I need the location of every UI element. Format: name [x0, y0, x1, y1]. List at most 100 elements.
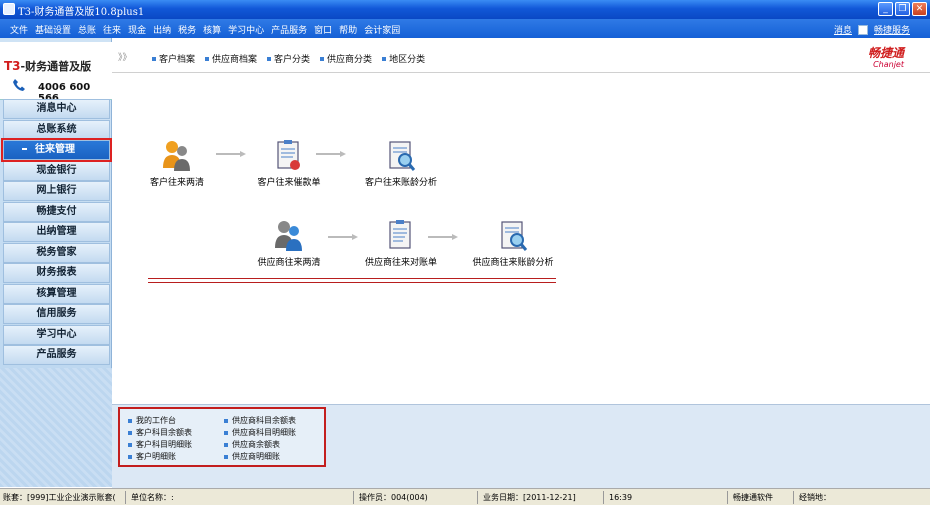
sidebar-item-label: 产品服务 [36, 349, 77, 360]
menu-item[interactable]: 基础设置 [35, 23, 71, 36]
customer-dunning-item[interactable]: 客户往来催款单 [244, 138, 334, 188]
sidebar-item-label: 学习中心 [36, 328, 77, 340]
sidebar-item-label: 出纳管理 [36, 226, 77, 237]
menu-item[interactable]: 学习中心 [228, 23, 264, 36]
title-bar: T3-财务通普及版10.8plus1 _ ❐ ✕ [0, 0, 930, 19]
toolbar-tab[interactable]: 地区分类 [382, 52, 425, 65]
window-title: T3-财务通普及版10.8plus1 [18, 7, 145, 18]
menu-item[interactable]: 帮助 [339, 23, 357, 36]
quick-link[interactable]: 客户明细账 [128, 451, 192, 463]
quick-link[interactable]: 供应商科目余额表 [224, 415, 296, 427]
menu-item[interactable]: 会计家园 [364, 23, 400, 36]
quick-links-box: 我的工作台客户科目余额表 客户科目明细账 客户明细账 供应商科目余额表供应商科目明细… [118, 407, 326, 467]
sidebar-item[interactable]: 现金银行 [3, 160, 110, 181]
bullet-icon [128, 455, 132, 459]
quick-link-label: 供应商余额表 [232, 440, 280, 449]
status-vendor: 畅捷通软件 [730, 491, 794, 504]
module-toolbar: 》》 客户档案 供应商档案 客户分类 供应商分类 地区分类 畅捷通 Chanjet [112, 38, 930, 73]
sidebar-item[interactable]: 信用服务 [3, 304, 110, 324]
quick-links-col1: 我的工作台客户科目余额表 客户科目明细账 客户明细账 [128, 415, 192, 463]
bullet-icon [224, 443, 228, 447]
document-icon [389, 220, 411, 249]
customer-settle-item[interactable]: 客户往来两清 [132, 138, 222, 188]
quick-link[interactable]: 供应商余额表 [224, 439, 296, 451]
messages-link[interactable]: 消息 [834, 23, 852, 36]
quick-link-label: 客户科目明细账 [136, 440, 192, 449]
sidebar-item[interactable]: 出纳管理 [3, 222, 110, 242]
close-button[interactable]: ✕ [912, 2, 927, 16]
sidebar-item[interactable]: 消息中心 [3, 99, 110, 119]
toolbar-tab[interactable]: 客户分类 [267, 52, 310, 65]
menu-item[interactable]: 现金 [128, 23, 146, 36]
bullet-icon [152, 56, 156, 61]
menu-item[interactable]: 窗口 [314, 23, 332, 36]
menu-item[interactable]: 出纳 [153, 23, 171, 36]
toolbar-tabs: 客户档案 供应商档案 客户分类 供应商分类 地区分类 [152, 52, 425, 65]
sidebar-item[interactable]: 畅捷支付 [3, 201, 110, 222]
collapse-chevron-icon[interactable]: 》》 [118, 50, 132, 63]
flow-label: 客户往来两清 [149, 178, 204, 188]
sidebar-item-label: 现金银行 [36, 164, 77, 176]
menu-item[interactable]: 总账 [78, 23, 96, 36]
toolbar-tab-label: 客户分类 [274, 55, 311, 65]
sidebar-item-label: 畅捷支付 [36, 205, 77, 217]
menu-item[interactable]: 产品服务 [271, 23, 307, 36]
sidebar-item[interactable]: 总账系统 [3, 119, 110, 140]
sidebar-item-label: 信用服务 [36, 308, 77, 319]
menu-item[interactable]: 核算 [203, 23, 221, 36]
analysis-icon [389, 141, 416, 171]
minimize-button[interactable]: _ [878, 2, 893, 16]
menu-item[interactable]: 税务 [178, 23, 196, 36]
sidebar-item-label: 网上银行 [36, 185, 77, 196]
toolbar-tab[interactable]: 客户档案 [152, 52, 195, 65]
status-date: 业务日期：[2011-12-21] [480, 491, 604, 504]
status-dealer: 经销地： [799, 493, 831, 502]
service-link[interactable]: 畅捷服务 [874, 23, 910, 36]
quick-link-label: 供应商明细账 [232, 452, 280, 461]
bullet-icon [267, 56, 272, 61]
supplier-aging-item[interactable]: 供应商往来账龄分析 [468, 218, 558, 268]
quick-link[interactable]: 我的工作台 [128, 415, 192, 427]
menu-item[interactable]: 文件 [10, 23, 28, 36]
toolbar-tab-label: 地区分类 [389, 55, 426, 65]
quick-link-label: 供应商科目余额表 [232, 416, 296, 425]
flow-arrow-icon [428, 234, 458, 240]
flow-arrow-icon [328, 234, 358, 240]
quick-link[interactable]: 供应商明细账 [224, 451, 296, 463]
sidebar-item[interactable]: 学习中心 [3, 324, 110, 345]
quick-link[interactable]: 供应商科目明细账 [224, 427, 296, 439]
quick-link-label: 我的工作台 [136, 416, 176, 425]
bullet-icon [224, 455, 228, 459]
bullet-icon [320, 56, 325, 61]
quick-link[interactable]: 客户科目余额表 [128, 427, 192, 439]
quick-link-label: 客户明细账 [136, 452, 176, 461]
status-bar: 账套：[999]工业企业演示账套( 单位名称：: 操作员：004(004) 业务… [0, 488, 930, 505]
workflow-canvas: 客户往来两清 客户往来催款单 客户往来账龄分析 供应商往来两清 供应商往来对账单… [112, 74, 930, 404]
flow-label: 供应商往来两清 [257, 258, 321, 268]
brand-panel: T3-财务通普及版 4006 600 566 [0, 42, 112, 104]
sidebar-item[interactable]: 核算管理 [3, 283, 110, 304]
toolbar-tab[interactable]: 供应商分类 [320, 52, 372, 65]
sidebar-item[interactable]: 产品服务 [3, 345, 110, 365]
sidebar-item[interactable]: 税务管家 [3, 242, 110, 263]
toolbar-tab[interactable]: 供应商档案 [205, 52, 257, 65]
sidebar-item[interactable]: 往来管理 [1, 138, 112, 162]
restore-button[interactable]: ❐ [895, 2, 910, 16]
sidebar-item[interactable]: 财务报表 [3, 263, 110, 283]
supplier-settle-item[interactable]: 供应商往来两清 [244, 218, 334, 268]
divider-line [148, 282, 556, 283]
customer-aging-item[interactable]: 客户往来账龄分析 [356, 138, 446, 188]
sidebar-item[interactable]: 网上银行 [3, 181, 110, 201]
bullet-icon [224, 419, 228, 423]
sidebar-item-label: 往来管理 [35, 144, 75, 155]
flow-arrow-icon [216, 151, 246, 157]
quick-link[interactable]: 客户科目明细账 [128, 439, 192, 451]
flow-label: 客户往来催款单 [257, 178, 321, 188]
phone-icon [13, 79, 25, 91]
bullet-icon [128, 431, 132, 435]
menu-right: 消息 畅捷服务 [834, 23, 910, 36]
supplier-statement-item[interactable]: 供应商往来对账单 [356, 218, 446, 268]
menu-item[interactable]: 往来 [103, 23, 121, 36]
module-nav: 消息中心 总账系统往来管理现金银行网上银行畅捷支付出纳管理税务管家 财务报表 核算管理… [1, 99, 112, 366]
status-operator: 操作员：004(004) [356, 491, 478, 504]
